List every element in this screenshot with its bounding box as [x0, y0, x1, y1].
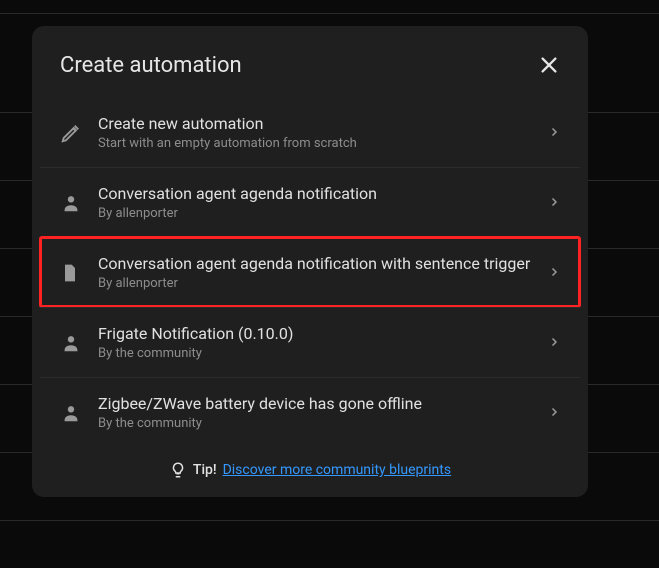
- tip-row: Tip! Discover more community blueprints: [32, 447, 588, 479]
- automation-option-4[interactable]: Zigbee/ZWave battery device has gone off…: [40, 377, 580, 447]
- automation-option-2[interactable]: Conversation agent agenda notification w…: [40, 237, 580, 307]
- automation-option-3[interactable]: Frigate Notification (0.10.0) By the comm…: [40, 307, 580, 377]
- tip-link[interactable]: Discover more community blueprints: [223, 462, 451, 478]
- file-icon: [60, 263, 98, 283]
- list-item-sub: By allenporter: [98, 276, 540, 291]
- list-content: Zigbee/ZWave battery device has gone off…: [98, 394, 540, 431]
- chevron-right-icon: [548, 193, 560, 212]
- list-item-title: Zigbee/ZWave battery device has gone off…: [98, 394, 540, 413]
- list-content: Frigate Notification (0.10.0) By the comm…: [98, 324, 540, 361]
- person-icon: [60, 332, 98, 354]
- list-content: Conversation agent agenda notification w…: [98, 254, 540, 291]
- list-content: Create new automation Start with an empty…: [98, 114, 540, 151]
- list-item-title: Frigate Notification (0.10.0): [98, 324, 540, 343]
- chevron-right-icon: [548, 123, 560, 142]
- chevron-right-icon: [548, 403, 560, 422]
- list-content: Conversation agent agenda notification By…: [98, 184, 540, 221]
- list-item-title: Conversation agent agenda notification w…: [98, 254, 540, 273]
- automation-option-1[interactable]: Conversation agent agenda notification By…: [40, 167, 580, 237]
- person-icon: [60, 402, 98, 424]
- list-item-sub: Start with an empty automation from scra…: [98, 136, 540, 151]
- dialog-title: Create automation: [60, 53, 242, 78]
- close-button[interactable]: [534, 50, 564, 80]
- automation-option-0[interactable]: Create new automation Start with an empty…: [40, 98, 580, 167]
- list-item-sub: By the community: [98, 346, 540, 361]
- chevron-right-icon: [548, 333, 560, 352]
- list-item-title: Conversation agent agenda notification: [98, 184, 540, 203]
- lightbulb-icon: [169, 461, 187, 479]
- tip-label: Tip!: [193, 462, 217, 478]
- person-icon: [60, 192, 98, 214]
- create-automation-dialog: Create automation Create new automation S…: [32, 26, 588, 497]
- close-icon: [538, 54, 560, 76]
- list-item-sub: By allenporter: [98, 206, 540, 221]
- dialog-header: Create automation: [32, 50, 588, 98]
- chevron-right-icon: [548, 263, 560, 282]
- list-item-sub: By the community: [98, 416, 540, 431]
- pencil-icon: [60, 122, 98, 144]
- list-item-title: Create new automation: [98, 114, 540, 133]
